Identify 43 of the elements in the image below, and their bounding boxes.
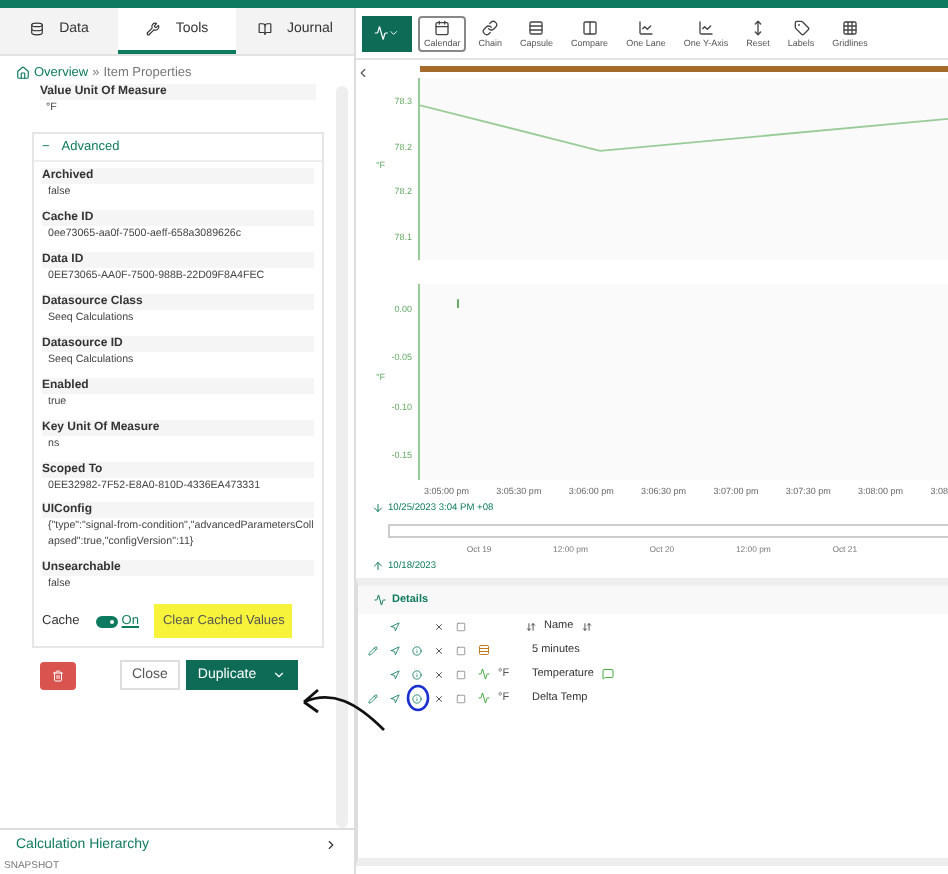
trend-line [456, 299, 460, 308]
pointer-icon[interactable] [390, 645, 400, 655]
sort-icon[interactable] [581, 621, 592, 631]
pointer-icon[interactable] [390, 669, 400, 679]
book-icon [257, 22, 272, 36]
grid-icon [842, 19, 859, 35]
tag-icon [793, 19, 809, 35]
trash-icon [52, 667, 64, 684]
pointer-icon[interactable] [390, 693, 400, 703]
line-chart-icon [637, 19, 654, 35]
checkbox[interactable] [456, 645, 466, 655]
checkbox[interactable] [456, 621, 466, 631]
database-icon [29, 22, 44, 36]
condition-icon [477, 644, 489, 656]
info-icon[interactable] [412, 693, 422, 703]
chevron-right-icon [324, 838, 338, 852]
calendar-icon [434, 19, 451, 35]
delete-button[interactable] [40, 661, 76, 690]
arrow-up-icon [372, 560, 384, 572]
view-selector-button[interactable] [362, 15, 412, 51]
info-icon[interactable] [412, 669, 422, 679]
trend-icon [374, 24, 389, 42]
arrow-down-icon [372, 502, 384, 514]
pencil-icon[interactable] [368, 693, 378, 703]
sort-icon[interactable] [526, 621, 536, 631]
collapse-icon[interactable] [356, 66, 370, 80]
wrench-icon [145, 22, 160, 36]
checkbox[interactable] [456, 693, 466, 703]
pencil-icon[interactable] [368, 645, 378, 655]
line-chart-icon [697, 19, 714, 35]
chart-icon [374, 594, 386, 606]
checkbox[interactable] [456, 669, 466, 679]
pointer-icon [390, 621, 400, 631]
link-icon [482, 19, 499, 35]
caret-icon [388, 26, 400, 40]
vertical-arrows-icon [749, 19, 766, 35]
cache-toggle[interactable] [95, 615, 118, 628]
comment-icon[interactable] [601, 668, 614, 680]
home-icon [16, 66, 30, 80]
columns-icon [581, 19, 598, 35]
info-icon[interactable] [412, 645, 422, 655]
rows-icon [528, 19, 545, 35]
caret-icon [272, 668, 287, 683]
